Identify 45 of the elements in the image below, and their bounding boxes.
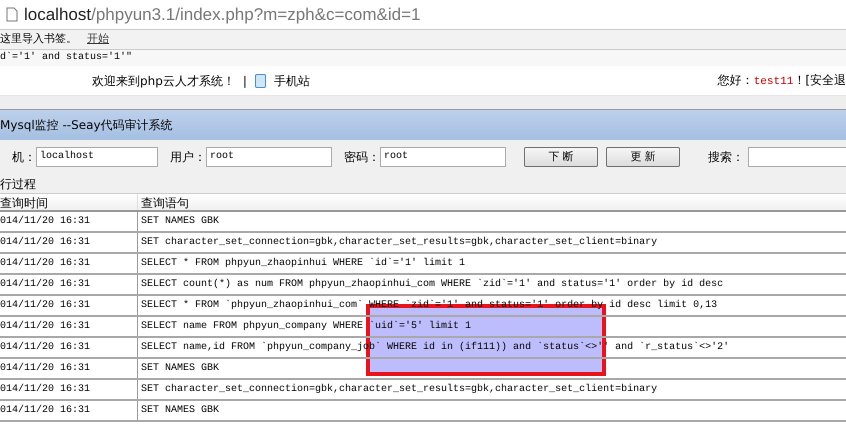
- bookmarks-hint: 这里导入书签。: [0, 31, 77, 48]
- url-host[interactable]: localhost: [24, 4, 92, 24]
- field-label: 密码：: [344, 149, 380, 166]
- separator: |: [242, 72, 247, 90]
- table-cell-text: SET character_set_connection=gbk,character_set_results=gbk,character_set_client=binary: [140, 236, 658, 250]
- table-cell-text: SET NAMES GBK: [140, 404, 220, 418]
- bookmark-link[interactable]: 开始: [87, 31, 109, 48]
- column-header: 查询语句: [140, 195, 190, 210]
- search-label: 搜索：: [708, 149, 744, 166]
- sql-text: d`='1' and status='1'": [0, 52, 132, 63]
- table-cell: 014/11/20 16:31: [0, 401, 138, 420]
- url-path[interactable]: /phpyun3.1/index.php?m=zph&c=com&id=1: [91, 4, 420, 24]
- search-field[interactable]: [748, 147, 846, 167]
- table-cell-text: SET NAMES GBK: [140, 215, 220, 229]
- phone-icon: [254, 74, 266, 88]
- action-button[interactable]: 下 断: [524, 147, 598, 167]
- table-cell: 014/11/20 16:31: [0, 380, 138, 399]
- welcome-text: 欢迎来到php云人才系统！: [92, 72, 235, 90]
- input-field[interactable]: localhost: [36, 147, 158, 167]
- table-cell-text: SELECT * FROM phpyun_zhaopinhui WHERE `id`='1' limit 1: [140, 256, 466, 271]
- window-title: Mysql监控 --Seay代码审计系统: [0, 117, 173, 134]
- column-header: 查询时间: [0, 194, 138, 210]
- table-cell-text: SET character_set_connection=gbk,character_set_results=gbk,character_set_client=binary: [140, 382, 658, 397]
- greeting-text: 您好：: [718, 72, 754, 87]
- table-cell-text: SELECT name FROM phpyun_company WHERE `uid`='5' limit 1: [140, 320, 472, 334]
- page-icon: [6, 7, 18, 22]
- section-title: 行过程: [0, 177, 36, 191]
- table-cell: 014/11/20 16:31: [0, 296, 138, 315]
- table-cell: 014/11/20 16:31: [0, 338, 138, 357]
- logout-text[interactable]: ！[安全退: [793, 72, 846, 87]
- field-label: 用户：: [170, 149, 206, 166]
- field-label: 机：: [12, 149, 36, 166]
- table-cell: 014/11/20 16:31: [0, 254, 138, 273]
- input-field[interactable]: root: [380, 147, 506, 167]
- table-cell: 014/11/20 16:31: [0, 233, 138, 252]
- table-cell-text: SET NAMES GBK: [140, 362, 220, 376]
- table-cell: 014/11/20 16:31: [0, 212, 138, 231]
- action-button[interactable]: 更 新: [606, 147, 680, 167]
- table-cell: 014/11/20 16:31: [0, 275, 138, 294]
- table-cell: 014/11/20 16:31: [0, 359, 138, 378]
- table-cell: 014/11/20 16:31: [0, 317, 138, 336]
- table-cell-text: SELECT count(*) as num FROM phpyun_zhaopinhui_com WHERE `zid`='1' and status='1' order by id desc: [140, 278, 724, 292]
- mobile-site-link[interactable]: 手机站: [274, 72, 310, 90]
- input-field[interactable]: root: [206, 147, 332, 167]
- username-link[interactable]: test11: [754, 76, 794, 88]
